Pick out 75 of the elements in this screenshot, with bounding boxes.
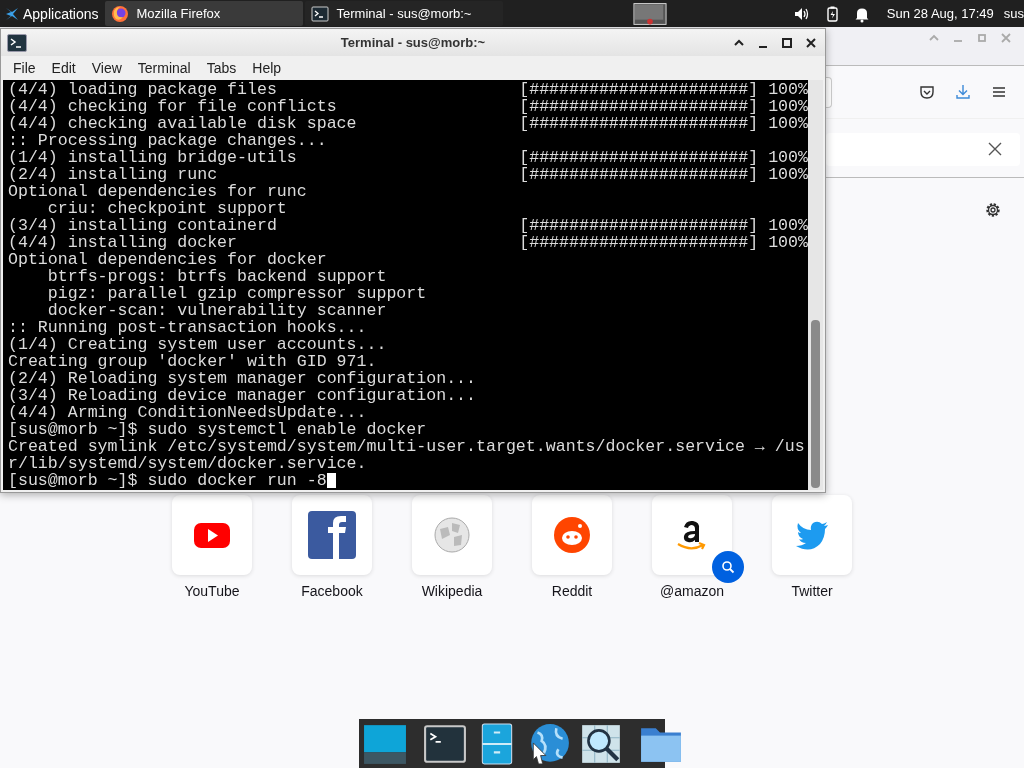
terminal-line: [sus@morb ~]$ sudo docker run -8 <box>8 472 327 489</box>
scrollbar[interactable] <box>808 80 823 490</box>
terminal-line: Optional dependencies for docker <box>8 251 327 268</box>
terminal-line: criu: checkpoint support <box>46 200 287 217</box>
close-icon[interactable] <box>986 140 1004 158</box>
terminal-line: (4/4) checking for file conflicts <box>8 98 337 115</box>
terminal-line: (3/4) installing containerd <box>8 217 277 234</box>
terminal-line: (1/4) Creating system user accounts... <box>8 336 387 353</box>
terminal-line: Optional dependencies for runc <box>8 183 307 200</box>
shortcut-tile[interactable] <box>292 495 372 575</box>
terminal-line: pigz: parallel gzip compressor support <box>46 285 427 302</box>
settings-icon[interactable] <box>984 201 1002 219</box>
user-name[interactable]: sus <box>1003 6 1024 21</box>
app-menu-icon <box>4 5 20 22</box>
menu-item[interactable]: View <box>83 60 130 76</box>
applications-menu[interactable]: Applications <box>0 0 103 27</box>
terminal-line: (4/4) checking available disk space <box>8 115 357 132</box>
scrollbar-thumb[interactable] <box>811 320 820 488</box>
maximize-icon[interactable] <box>781 36 793 49</box>
text-cursor <box>326 473 336 488</box>
globe-icon <box>432 515 472 555</box>
shortcut-label[interactable]: YouTube <box>184 583 240 599</box>
shortcut-tile[interactable] <box>172 495 252 575</box>
progress-text: [######################] 100% <box>519 115 808 132</box>
terminal-line: (2/4) installing runc <box>8 166 218 183</box>
shortcut-label[interactable]: Wikipedia <box>421 583 483 599</box>
shortcut-tile[interactable] <box>652 495 732 575</box>
progress-text: [######################] 100% <box>519 149 808 166</box>
shortcut-label[interactable]: @amazon <box>660 583 724 599</box>
progress-text: [######################] 100% <box>519 81 808 98</box>
terminal-line: (1/4) installing bridge-utils <box>8 149 297 166</box>
menu-item[interactable]: Edit <box>43 60 84 76</box>
terminal-icon <box>310 4 329 23</box>
terminal-line: btrfs-progs: btrfs backend support <box>46 268 387 285</box>
clock[interactable]: Sun 28 Aug, 17:49 <box>886 6 994 21</box>
taskbar-button[interactable]: Mozilla Firefox <box>104 1 303 26</box>
terminal-line: :: Running post-transaction hooks... <box>8 319 367 336</box>
shortcut-label[interactable]: Twitter <box>791 583 833 599</box>
workspace-thumbnail[interactable] <box>632 1 667 26</box>
download-icon[interactable] <box>954 83 972 101</box>
terminal-line: (4/4) loading package files <box>8 81 277 98</box>
terminal-line: (3/4) Reloading device manager configuration... <box>8 387 477 404</box>
menu-item[interactable]: File <box>5 60 44 76</box>
terminal-line: Created symlink /etc/systemd/system/multi-user.target.wants/docker.service → /us <box>8 438 805 455</box>
terminal-line: r/lib/systemd/system/docker.service. <box>8 455 367 472</box>
terminal-line: :: Processing package changes... <box>8 132 327 149</box>
pocket-icon[interactable] <box>918 83 936 101</box>
menu-item[interactable]: Help <box>244 60 290 76</box>
search-field[interactable] <box>826 132 1020 166</box>
terminal-icon <box>7 33 27 52</box>
taskbar-button[interactable]: Terminal - sus@morb:~ <box>304 1 503 26</box>
close-icon[interactable] <box>805 36 817 49</box>
alien-logo-icon <box>552 515 592 555</box>
shortcut-tile[interactable] <box>532 495 612 575</box>
progress-text: [######################] 100% <box>519 234 808 251</box>
terminal-line: (2/4) Reloading system manager configuration... <box>8 370 477 387</box>
firefox-icon <box>110 4 129 23</box>
menu-item[interactable]: Terminal <box>129 60 199 76</box>
terminal-line: [sus@morb ~]$ sudo systemctl enable docker <box>8 421 427 438</box>
progress-text: [######################] 100% <box>519 98 808 115</box>
window-title: Terminal - sus@morb:~ <box>339 35 487 50</box>
terminal-line: (4/4) installing docker <box>8 234 238 251</box>
shortcut-label[interactable]: Facebook <box>301 583 363 599</box>
terminal-line: Creating group 'docker' with GID 971. <box>8 353 377 370</box>
menu-item[interactable]: Tabs <box>198 60 245 76</box>
search-icon <box>720 559 736 575</box>
shortcut-label[interactable]: Reddit <box>551 583 593 599</box>
progress-text: [######################] 100% <box>519 166 808 183</box>
f-logo-icon <box>308 511 356 559</box>
terminal-line: docker-scan: vulnerability scanner <box>46 302 387 319</box>
shortcut-tile[interactable] <box>772 495 852 575</box>
search-badge[interactable] <box>712 551 744 583</box>
terminal-line: (4/4) Arming ConditionNeedsUpdate... <box>8 404 367 421</box>
progress-text: [######################] 100% <box>519 217 808 234</box>
shortcut-tile[interactable] <box>412 495 492 575</box>
